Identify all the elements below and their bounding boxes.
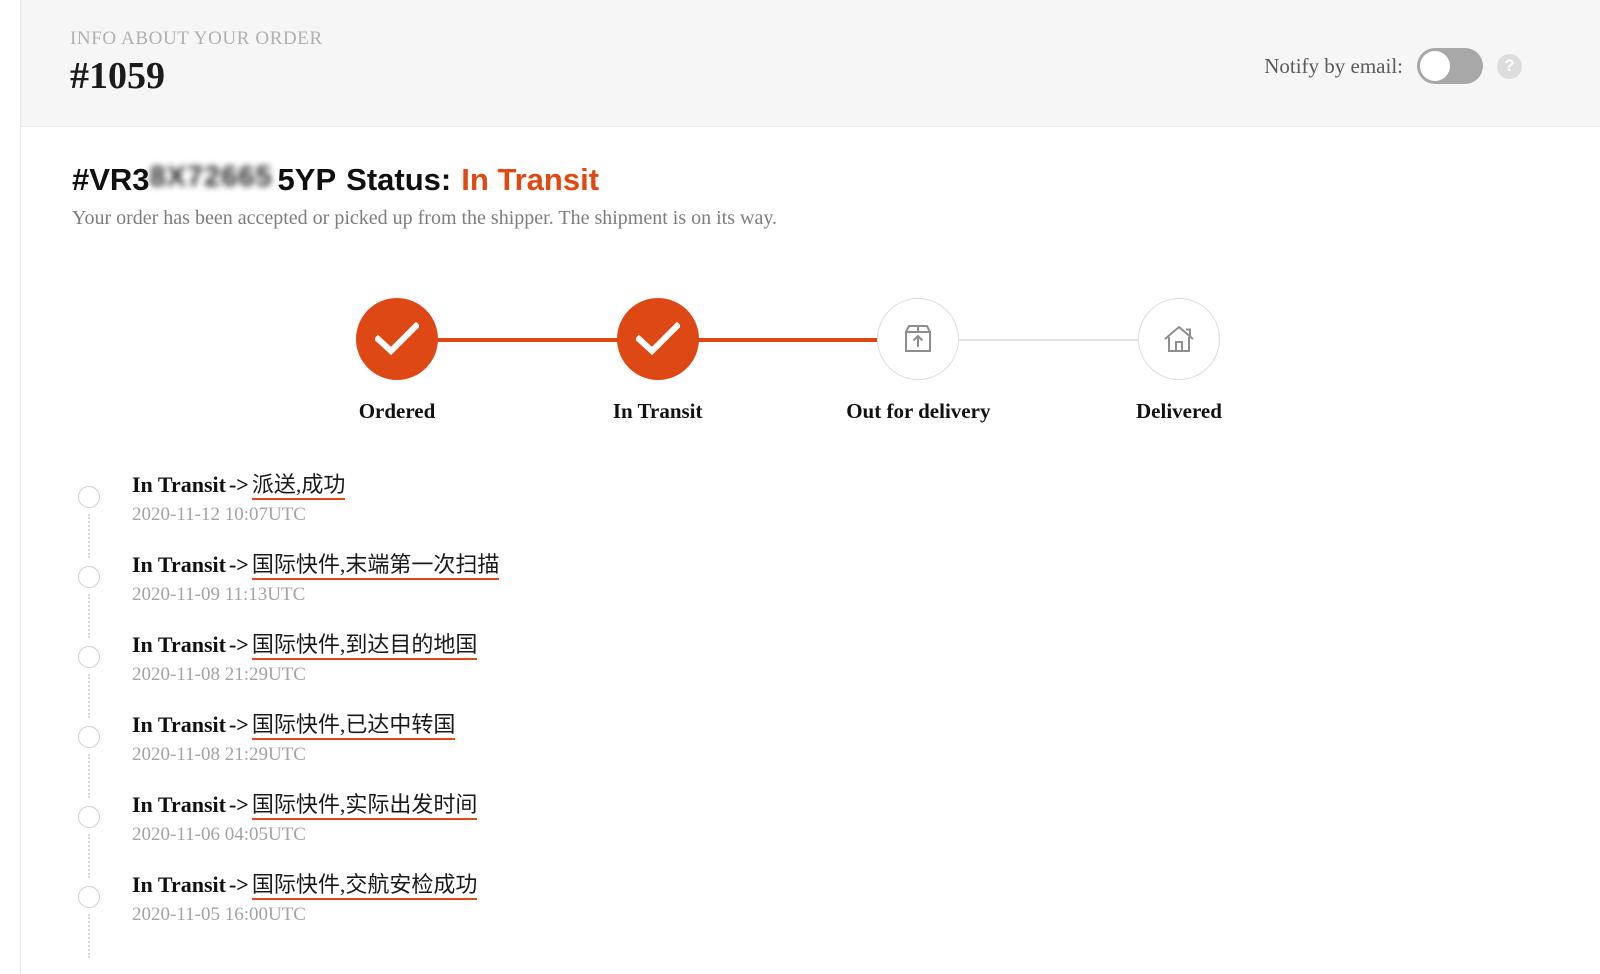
step-in-transit-label: In Transit [612, 399, 703, 423]
step-ordered-circle [356, 298, 438, 380]
step-delivered-label: Delivered [1136, 399, 1222, 423]
timeline-marker [78, 726, 100, 748]
timeline-event-status: In Transit [132, 872, 226, 897]
timeline-event-arrow: -> [228, 792, 249, 817]
timeline-event-body: In Transit -> 国际快件,已达中转国 2020-11-08 21:29U… [132, 710, 456, 768]
step-in-transit[interactable]: In Transit [613, 298, 703, 424]
timeline-event: In Transit -> 国际快件,到达目的地国 2020-11-08 21:29… [78, 630, 1538, 718]
order-tracking-page: INFO ABOUT YOUR ORDER #1059 Notify by em… [0, 0, 1600, 974]
timeline-event-body: In Transit -> 国际快件,实际出发时间 2020-11-06 04:05… [132, 790, 478, 848]
timeline-event-body: In Transit -> 国际快件,末端第一次扫描 2020-11-09 11:1… [132, 550, 500, 608]
timeline-event-status: In Transit [132, 472, 226, 497]
timeline-event-detail[interactable]: 国际快件,交航安检成功 [251, 872, 478, 900]
timeline-event-title: In Transit -> 派送,成功 [132, 470, 346, 500]
step-ordered[interactable]: Ordered [356, 298, 438, 424]
timeline-connector [88, 754, 90, 798]
check-icon [375, 322, 419, 356]
timeline-event: In Transit -> 国际快件,交航安检成功 2020-11-05 16:00… [78, 870, 1538, 958]
timeline-event-time: 2020-11-05 16:00UTC [132, 904, 306, 925]
timeline-connector [88, 914, 90, 958]
order-header-bar: INFO ABOUT YOUR ORDER #1059 Notify by em… [21, 0, 1600, 127]
shipment-status-block: #VR3 8X72665 5YP Status: In Transit Your o… [72, 160, 777, 232]
timeline-event-detail[interactable]: 派送,成功 [251, 472, 346, 500]
step-out-for-delivery-circle [877, 298, 960, 380]
timeline-event-arrow: -> [228, 472, 249, 497]
step-out-for-delivery[interactable]: Out for delivery [846, 298, 990, 424]
timeline-marker [78, 566, 100, 588]
timeline-event-status: In Transit [132, 632, 226, 657]
timeline-event-detail[interactable]: 国际快件,已达中转国 [251, 712, 456, 740]
timeline-event-title: In Transit -> 国际快件,到达目的地国 [132, 630, 478, 660]
timeline-event-detail[interactable]: 国际快件,到达目的地国 [251, 632, 478, 660]
timeline-connector [88, 594, 90, 638]
timeline-event-arrow: -> [228, 872, 249, 897]
timeline-event-time: 2020-11-12 10:07UTC [132, 504, 306, 525]
step-ordered-label: Ordered [358, 399, 436, 423]
timeline-event-time: 2020-11-08 21:29UTC [132, 744, 306, 765]
page-left-divider [20, 0, 21, 974]
timeline-event-time: 2020-11-08 21:29UTC [132, 664, 306, 685]
timeline-event-status: In Transit [132, 712, 226, 737]
help-icon[interactable]: ? [1497, 53, 1522, 79]
shipment-event-timeline: In Transit -> 派送,成功 2020-11-12 10:07UTC In… [78, 470, 1538, 958]
shipment-progress-stepper: Ordered In Transit Out for delivery Deli… [356, 298, 1222, 423]
timeline-connector [88, 514, 90, 558]
timeline-connector [88, 834, 90, 878]
tracking-number-prefix: #VR3 [72, 162, 150, 197]
order-kicker: INFO ABOUT YOUR ORDER [70, 28, 323, 49]
timeline-event-time: 2020-11-09 11:13UTC [132, 584, 306, 605]
stepper-steps: Ordered In Transit Out for delivery Deli… [356, 298, 1222, 424]
tracking-number-suffix: 5YP [277, 162, 337, 197]
notify-by-email-label: Notify by email: [1264, 53, 1403, 78]
timeline-event-status: In Transit [132, 552, 226, 577]
timeline-event-arrow: -> [228, 712, 249, 737]
timeline-marker [78, 806, 100, 828]
order-number: #1059 [70, 55, 165, 97]
shipment-status-title: #VR3 8X72665 5YP Status: In Transit [72, 160, 777, 200]
timeline-event-body: In Transit -> 国际快件,交航安检成功 2020-11-05 16:00… [132, 870, 478, 928]
timeline-event-arrow: -> [228, 552, 249, 577]
timeline-event-title: In Transit -> 国际快件,末端第一次扫描 [132, 550, 500, 580]
check-icon [635, 322, 680, 356]
step-out-for-delivery-label: Out for delivery [846, 399, 991, 423]
timeline-event-body: In Transit -> 派送,成功 2020-11-12 10:07UTC [132, 470, 346, 528]
timeline-event-title: In Transit -> 国际快件,已达中转国 [132, 710, 456, 740]
package-up-arrow-icon [905, 325, 932, 352]
timeline-event-time: 2020-11-06 04:05UTC [132, 824, 306, 845]
timeline-event-arrow: -> [228, 632, 249, 657]
shipment-status-description: Your order has been accepted or picked u… [72, 207, 778, 229]
timeline-event-detail[interactable]: 国际快件,末端第一次扫描 [251, 552, 500, 580]
step-in-transit-circle [616, 298, 699, 380]
timeline-event: In Transit -> 国际快件,实际出发时间 2020-11-06 04:05… [78, 790, 1538, 878]
timeline-marker [78, 486, 100, 508]
timeline-marker [78, 646, 100, 668]
tracking-number-redacted: 8X72665 [149, 164, 273, 190]
timeline-marker [78, 886, 100, 908]
timeline-event-body: In Transit -> 国际快件,到达目的地国 2020-11-08 21:29… [132, 630, 478, 688]
house-icon [1164, 326, 1194, 352]
timeline-connector [88, 674, 90, 718]
status-label: Status: [346, 162, 452, 197]
status-value: In Transit [461, 162, 600, 197]
timeline-event-status: In Transit [132, 792, 226, 817]
notify-by-email-toggle[interactable] [1417, 48, 1483, 84]
step-delivered[interactable]: Delivered [1136, 298, 1222, 424]
step-delivered-circle [1137, 298, 1220, 380]
order-identity: INFO ABOUT YOUR ORDER #1059 [70, 27, 323, 99]
timeline-event-title: In Transit -> 国际快件,实际出发时间 [132, 790, 478, 820]
notify-controls: Notify by email: ? [1264, 48, 1522, 84]
timeline-event: In Transit -> 国际快件,末端第一次扫描 2020-11-09 11:1… [78, 550, 1538, 638]
timeline-event-title: In Transit -> 国际快件,交航安检成功 [132, 870, 478, 900]
timeline-event: In Transit -> 国际快件,已达中转国 2020-11-08 21:29U… [78, 710, 1538, 798]
toggle-knob [1420, 51, 1450, 81]
timeline-event-detail[interactable]: 国际快件,实际出发时间 [251, 792, 478, 820]
timeline-event: In Transit -> 派送,成功 2020-11-12 10:07UTC [78, 470, 1538, 558]
